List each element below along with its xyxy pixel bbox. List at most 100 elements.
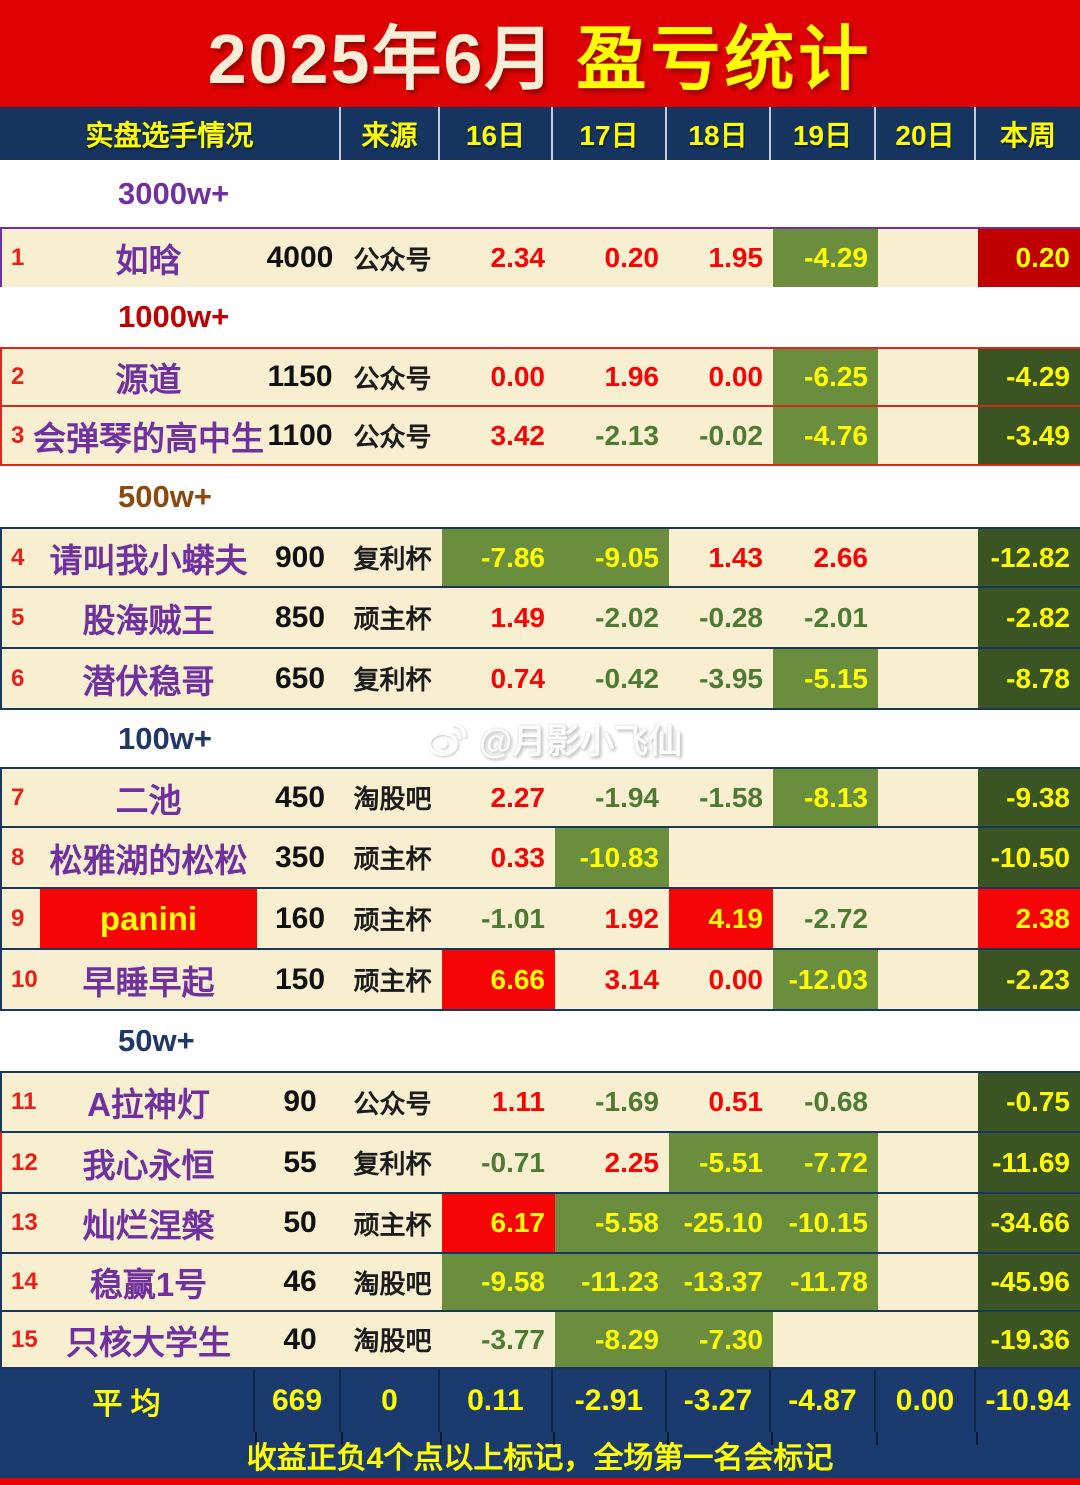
column-tick	[771, 1432, 773, 1445]
source-value: 淘股吧	[343, 1254, 442, 1310]
watermark-text: @月影小飞仙	[479, 714, 682, 763]
day-19-value: -10.15	[773, 1194, 878, 1252]
column-tick	[440, 1432, 442, 1445]
day-17-value: -1.94	[555, 769, 669, 826]
row-number: 14	[2, 1254, 40, 1310]
header-source: 来源	[341, 107, 440, 160]
day-17-value: -2.02	[555, 588, 669, 647]
player-name: 源道	[40, 349, 257, 405]
source-value: 公众号	[343, 349, 442, 405]
table-row: 3会弹琴的高中生1100公众号3.42-2.13-0.02-4.76-3.49	[0, 405, 1080, 466]
day-16-value: 1.11	[442, 1073, 555, 1131]
table-row: 14稳赢1号46淘股吧-9.58-11.23-13.37-11.78-45.96	[0, 1252, 1080, 1312]
day-17-value: -8.29	[555, 1312, 669, 1367]
source-value: 顽主杯	[343, 828, 442, 887]
day-16-value: -3.77	[442, 1312, 555, 1367]
day-19-value: -12.03	[773, 950, 878, 1009]
day-17-value: 1.92	[555, 889, 669, 948]
row-number: 5	[2, 588, 40, 647]
capital-value: 46	[257, 1254, 343, 1310]
day-20-value	[878, 407, 978, 464]
week-value: -10.50	[978, 828, 1080, 887]
bottom-red-bar	[0, 1478, 1080, 1485]
player-name: 稳赢1号	[40, 1254, 257, 1310]
table-row: 11A拉神灯90公众号1.11-1.690.51-0.68-0.75	[0, 1071, 1080, 1133]
source-value: 复利杯	[343, 1133, 442, 1192]
table-row: 7二池450淘股吧2.27-1.94-1.58-8.13-9.38	[0, 767, 1080, 828]
player-name: 我心永恒	[40, 1133, 257, 1192]
average-cell-5: -3.27	[667, 1369, 771, 1432]
day-20-value	[878, 349, 978, 405]
table-row: 5股海贼王850顽主杯1.49-2.02-0.28-2.01-2.82	[0, 586, 1080, 649]
row-number: 4	[2, 529, 40, 586]
day-19-value: -0.68	[773, 1073, 878, 1131]
watermark: @月影小飞仙	[425, 714, 682, 763]
capital-value: 350	[257, 828, 343, 887]
day-16-value: -0.71	[442, 1133, 555, 1192]
week-value: -34.66	[978, 1194, 1080, 1252]
player-name: 灿烂涅槃	[40, 1194, 257, 1252]
row-number: 15	[2, 1312, 40, 1367]
capital-value: 160	[257, 889, 343, 948]
day-18-value: 1.43	[669, 529, 773, 586]
day-20-value	[878, 1073, 978, 1131]
day-20-value	[878, 950, 978, 1009]
day-18-value: 4.19	[669, 889, 773, 948]
source-value: 顽主杯	[343, 588, 442, 647]
week-value: -3.49	[978, 407, 1080, 464]
capital-value: 1150	[257, 349, 343, 405]
table-row: 4请叫我小蟒夫900复利杯-7.86-9.051.432.66-12.82	[0, 527, 1080, 588]
row-number: 1	[2, 229, 40, 287]
day-19-value: -5.15	[773, 649, 878, 708]
day-18-value: -7.30	[669, 1312, 773, 1367]
table-row: 6潜伏稳哥650复利杯0.74-0.42-3.95-5.15-8.78	[0, 647, 1080, 710]
header-day-19: 19日	[771, 107, 876, 160]
source-value: 顽主杯	[343, 950, 442, 1009]
header-day-16: 16日	[440, 107, 553, 160]
player-name: 请叫我小蟒夫	[40, 529, 257, 586]
day-18-value: -13.37	[669, 1254, 773, 1310]
day-18-value	[669, 828, 773, 887]
player-name: 松雅湖的松松	[40, 828, 257, 887]
week-value: 2.38	[978, 889, 1080, 948]
source-value: 复利杯	[343, 529, 442, 586]
column-tick	[255, 1432, 257, 1445]
table-row: 15只核大学生40淘股吧-3.77-8.29-7.30-19.36	[0, 1310, 1080, 1369]
day-20-value	[878, 1133, 978, 1192]
player-name: panini	[40, 889, 257, 948]
table-row: 9panini160顽主杯-1.011.924.19-2.722.38	[0, 887, 1080, 950]
header-day-18: 18日	[667, 107, 771, 160]
day-20-value	[878, 769, 978, 826]
column-tick	[876, 1432, 878, 1445]
day-19-value: -7.72	[773, 1133, 878, 1192]
player-name: 二池	[40, 769, 257, 826]
day-16-value: 6.17	[442, 1194, 555, 1252]
day-16-value: 0.00	[442, 349, 555, 405]
day-17-value: -1.69	[555, 1073, 669, 1131]
day-16-value: -1.01	[442, 889, 555, 948]
day-19-value: -4.29	[773, 229, 878, 287]
day-17-value: -2.13	[555, 407, 669, 464]
day-16-value: 0.74	[442, 649, 555, 708]
column-tick	[667, 1432, 669, 1445]
day-16-value: -7.86	[442, 529, 555, 586]
group-section: 500w+	[0, 466, 1080, 527]
average-cell-4: -2.91	[553, 1369, 667, 1432]
table-row: 12我心永恒55复利杯-0.712.25-5.51-7.72-11.69	[0, 1131, 1080, 1194]
player-name: 潜伏稳哥	[40, 649, 257, 708]
average-cell-0: 平 均	[0, 1369, 255, 1432]
day-16-value: 3.42	[442, 407, 555, 464]
table-row: 13灿烂涅槃50顽主杯6.17-5.58-25.10-10.15-34.66	[0, 1192, 1080, 1254]
day-18-value: -0.28	[669, 588, 773, 647]
day-18-value: -25.10	[669, 1194, 773, 1252]
day-20-value	[878, 889, 978, 948]
average-cell-7: 0.00	[876, 1369, 976, 1432]
day-19-value: 2.66	[773, 529, 878, 586]
day-16-value: 2.34	[442, 229, 555, 287]
group-section: 1000w+	[0, 287, 1080, 347]
day-19-value: -8.13	[773, 769, 878, 826]
capital-value: 40	[257, 1312, 343, 1367]
day-19-value: -2.01	[773, 588, 878, 647]
day-18-value: -0.02	[669, 407, 773, 464]
table-row: 1如晗4000公众号2.340.201.95-4.290.20	[0, 227, 1080, 289]
